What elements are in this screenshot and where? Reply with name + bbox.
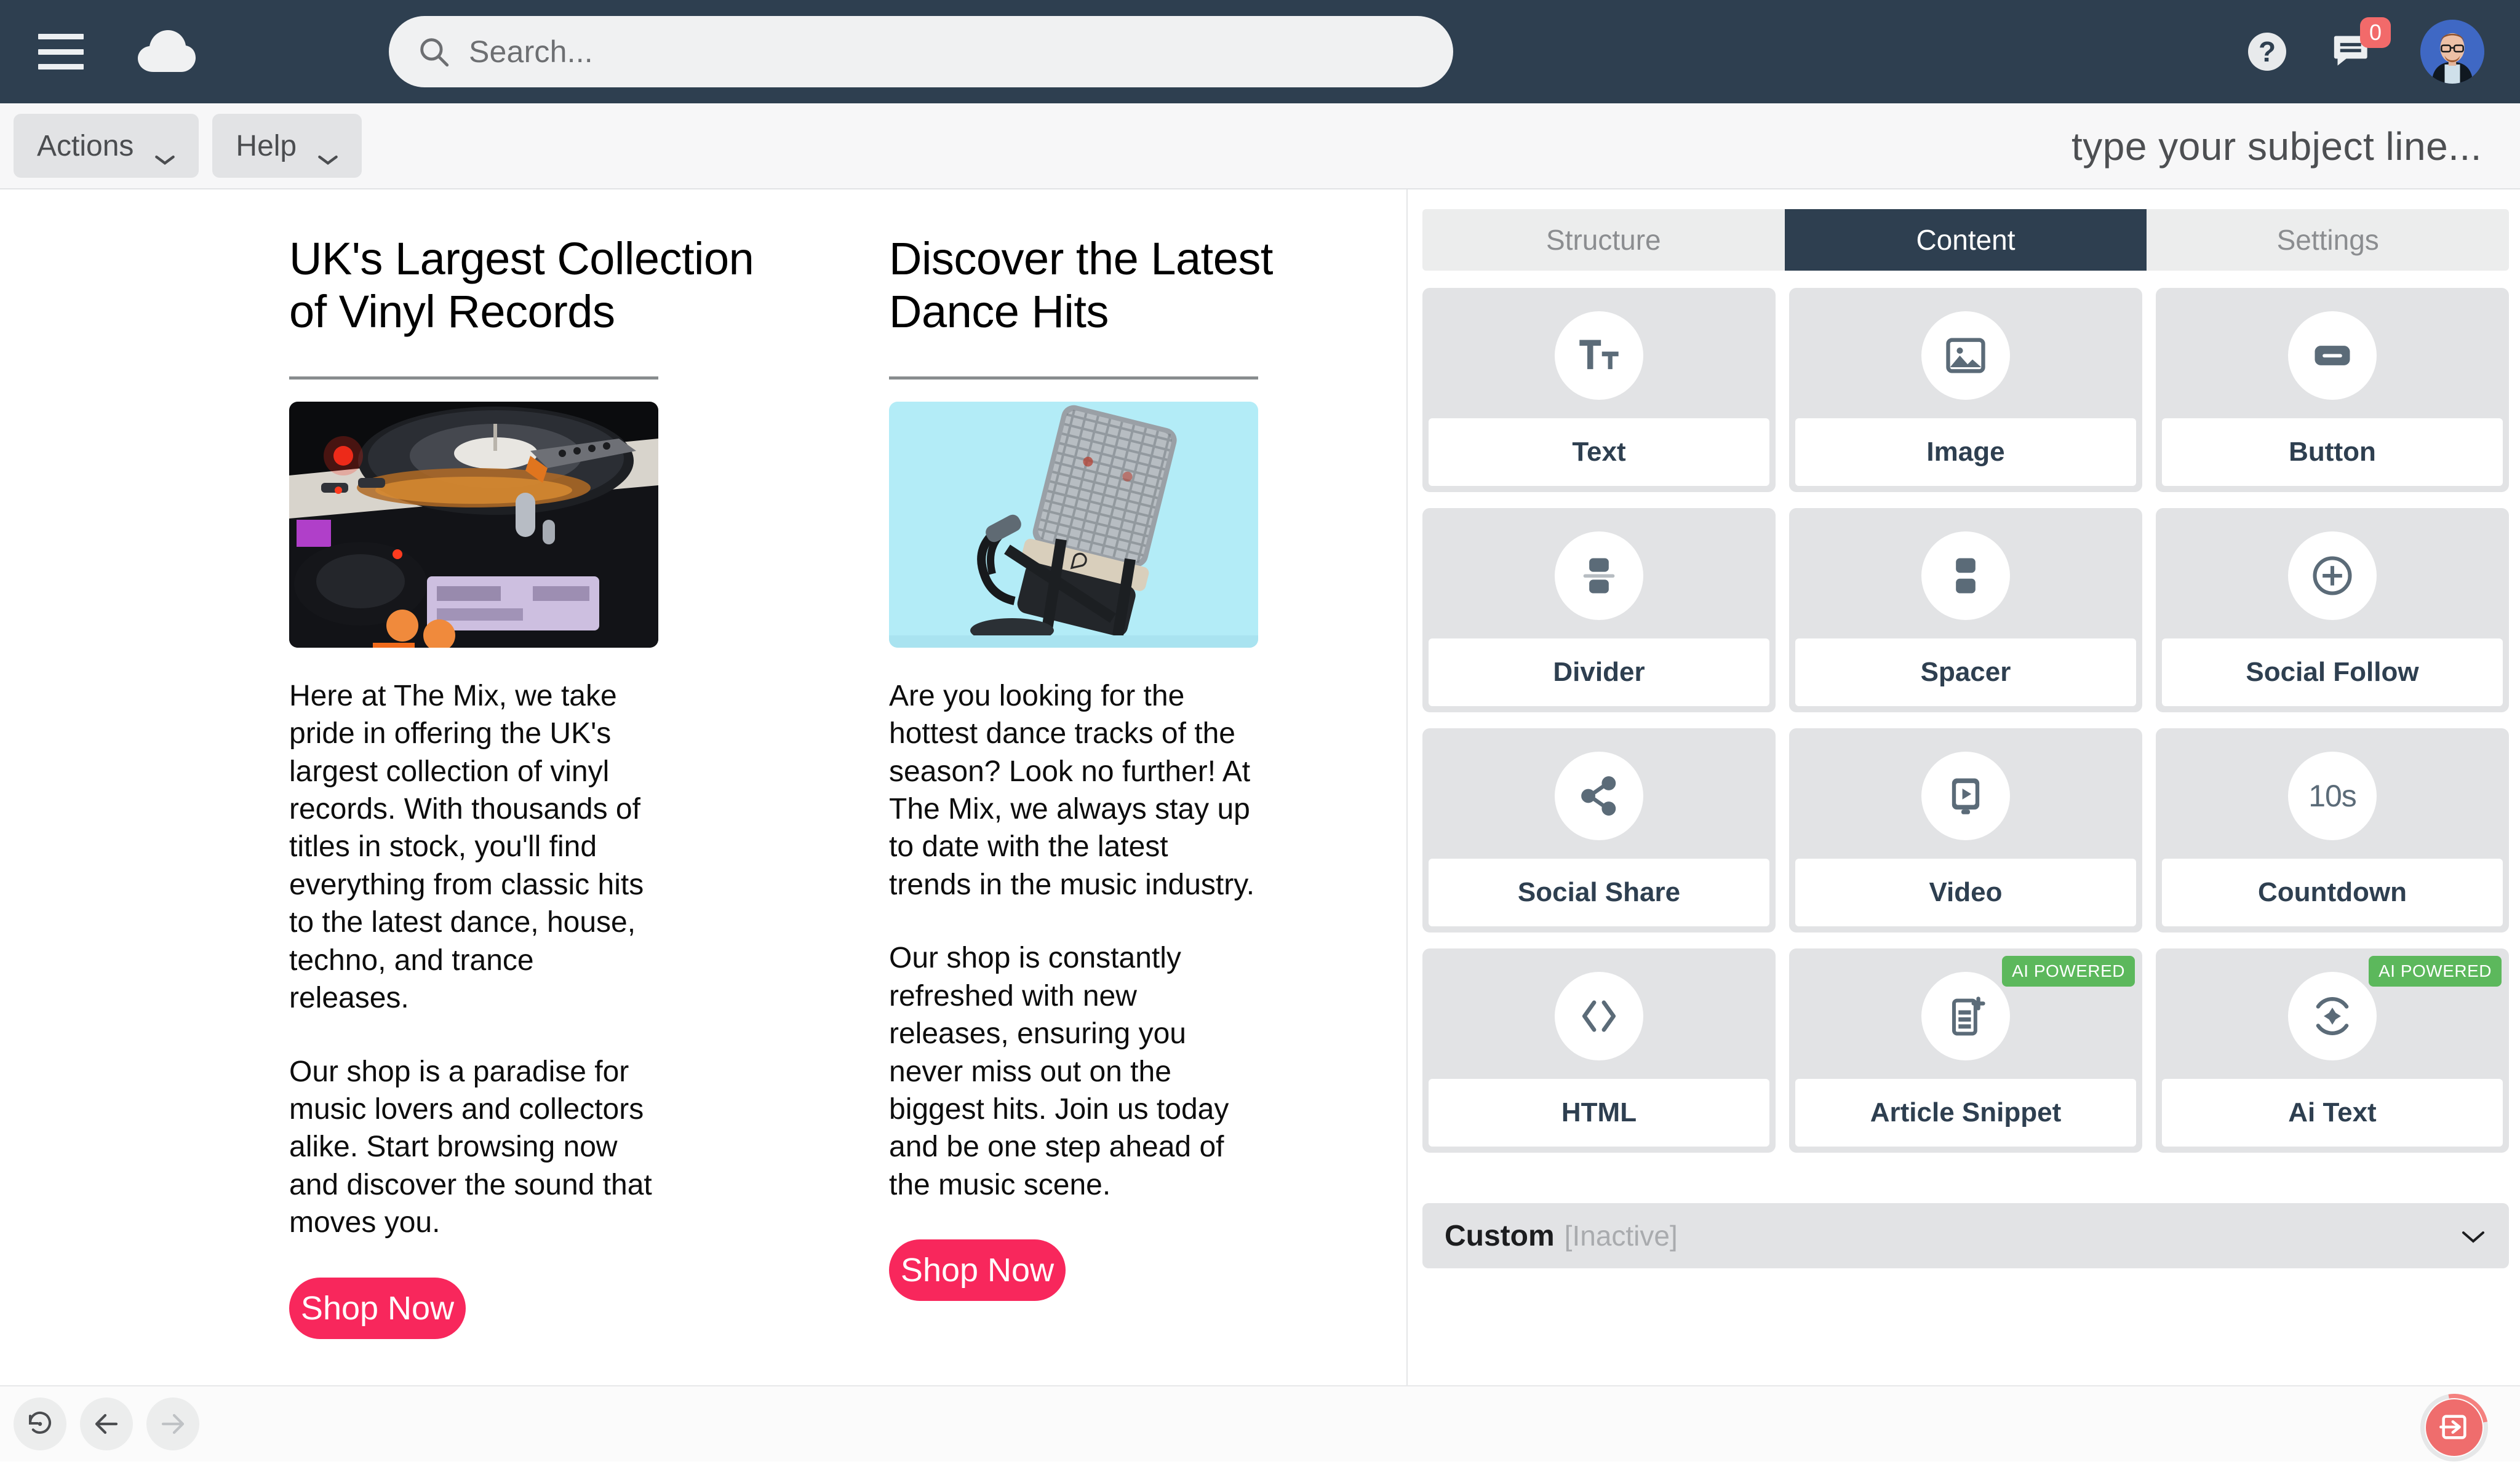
spacer-icon (1921, 531, 2010, 620)
content-block-text[interactable]: Text (1422, 288, 1776, 492)
custom-state-label: [Inactive] (1564, 1220, 1678, 1252)
chevron-down-icon[interactable] (2460, 1228, 2487, 1244)
block-label: Social Follow (2162, 638, 2503, 706)
app-header: Search... ? 0 (0, 0, 2520, 103)
column-paragraph[interactable]: Are you looking for the hottest dance tr… (889, 677, 1258, 904)
arrow-left-icon[interactable] (80, 1397, 133, 1450)
editor-footer (0, 1380, 2520, 1475)
history-revert-icon[interactable] (14, 1397, 66, 1450)
divider-icon (1555, 531, 1643, 620)
email-column-1[interactable]: UK's Largest Collection of Vinyl Records (289, 233, 757, 1339)
email-body: UK's Largest Collection of Vinyl Records (0, 189, 1406, 1385)
share-icon (1555, 752, 1643, 840)
email-columns: UK's Largest Collection of Vinyl Records (0, 189, 1406, 1339)
block-label: Spacer (1795, 638, 2136, 706)
countdown-10s-icon: 10s (2288, 752, 2377, 840)
editor-toolbar: Actions Help type your subject line... (0, 103, 2520, 189)
custom-section-accordion[interactable]: Custom [Inactive] (1422, 1203, 2509, 1268)
block-label: Social Share (1429, 859, 1769, 926)
block-label: Text (1429, 418, 1769, 486)
block-label: Button (2162, 418, 2503, 486)
content-block-divider[interactable]: Divider (1422, 508, 1776, 712)
content-block-button[interactable]: Button (2156, 288, 2509, 492)
block-label: Divider (1429, 638, 1769, 706)
heading-rule (289, 376, 658, 380)
content-block-spacer[interactable]: Spacer (1789, 508, 2142, 712)
search-bar[interactable]: Search... (389, 16, 1453, 87)
email-preview-canvas[interactable]: UK's Largest Collection of Vinyl Records (0, 189, 1408, 1385)
tab-content[interactable]: Content (1784, 209, 2147, 271)
dj-turntable-photo[interactable] (289, 401, 658, 648)
content-block-ai-text[interactable]: AI POWERED Ai Text (2156, 948, 2509, 1153)
arrow-right-icon[interactable] (146, 1397, 199, 1450)
text-format-icon (1555, 311, 1643, 400)
studio-microphone-photo[interactable] (889, 401, 1258, 648)
content-block-countdown[interactable]: 10s Countdown (2156, 728, 2509, 932)
actions-dropdown-button[interactable]: Actions (14, 114, 199, 178)
avatar[interactable] (2420, 20, 2484, 84)
messages-badge: 0 (2360, 17, 2391, 48)
header-actions: ? 0 (2248, 0, 2484, 103)
save-exit-fab-wrapper (2407, 1380, 2502, 1475)
hamburger-menu-icon[interactable] (38, 34, 84, 70)
subject-line-input[interactable]: type your subject line... (2071, 103, 2482, 189)
column-paragraph[interactable]: Our shop is constantly refreshed with ne… (889, 939, 1258, 1204)
block-label: Image (1795, 418, 2136, 486)
column-heading[interactable]: Discover the Latest Dance Hits (889, 233, 1357, 338)
block-label: Ai Text (2162, 1079, 2503, 1147)
content-block-image[interactable]: Image (1789, 288, 2142, 492)
block-label: Article Snippet (1795, 1079, 2136, 1147)
messages-icon[interactable]: 0 (2331, 17, 2391, 73)
shop-now-button[interactable]: Shop Now (889, 1239, 1066, 1302)
plus-circle-icon (2288, 531, 2377, 620)
content-block-social-follow[interactable]: Social Follow (2156, 508, 2509, 712)
search-input-placeholder[interactable]: Search... (469, 34, 593, 70)
content-block-social-share[interactable]: Social Share (1422, 728, 1776, 932)
actions-label: Actions (37, 129, 134, 162)
ai-powered-badge: AI POWERED (2002, 956, 2135, 987)
column-paragraph[interactable]: Our shop is a paradise for music lovers … (289, 1053, 658, 1242)
chevron-down-icon (154, 140, 175, 165)
content-block-article-snippet[interactable]: AI POWERED Article Snippet (1789, 948, 2142, 1153)
help-dropdown-button[interactable]: Help (212, 114, 362, 178)
shop-now-button[interactable]: Shop Now (289, 1277, 466, 1339)
content-block-video[interactable]: Video (1789, 728, 2142, 932)
content-block-grid: Text Image Button Divider Spacer Social … (1422, 288, 2509, 1153)
article-add-icon (1921, 972, 2010, 1060)
heading-rule (889, 376, 1258, 380)
block-label: Video (1795, 859, 2136, 926)
search-icon (416, 34, 452, 70)
help-label: Help (236, 129, 297, 162)
column-paragraph[interactable]: Here at The Mix, we take pride in offeri… (289, 677, 658, 1017)
save-exit-icon (2438, 1411, 2470, 1445)
email-column-2[interactable]: Discover the Latest Dance Hits Are you l… (889, 233, 1357, 1339)
video-play-icon (1921, 752, 2010, 840)
ai-powered-badge: AI POWERED (2369, 956, 2502, 987)
countdown-icon-text: 10s (2308, 779, 2357, 813)
block-label: Countdown (2162, 859, 2503, 926)
content-block-html[interactable]: HTML (1422, 948, 1776, 1153)
help-icon[interactable]: ? (2248, 33, 2286, 71)
save-exit-button[interactable] (2426, 1399, 2482, 1456)
editor-side-panel: Structure Content Settings Text Image Bu… (1409, 189, 2520, 1385)
tab-settings[interactable]: Settings (2147, 209, 2509, 271)
column-heading[interactable]: UK's Largest Collection of Vinyl Records (289, 233, 757, 338)
tab-structure[interactable]: Structure (1422, 209, 1785, 271)
image-icon (1921, 311, 2010, 400)
code-brackets-icon (1555, 972, 1643, 1060)
button-icon (2288, 311, 2377, 400)
panel-tabs: Structure Content Settings (1422, 209, 2509, 271)
ai-sparkle-icon (2288, 972, 2377, 1060)
block-label: HTML (1429, 1079, 1769, 1147)
cloud-logo-icon[interactable] (132, 24, 199, 79)
custom-title: Custom (1445, 1219, 1555, 1252)
chevron-down-icon (317, 140, 338, 165)
